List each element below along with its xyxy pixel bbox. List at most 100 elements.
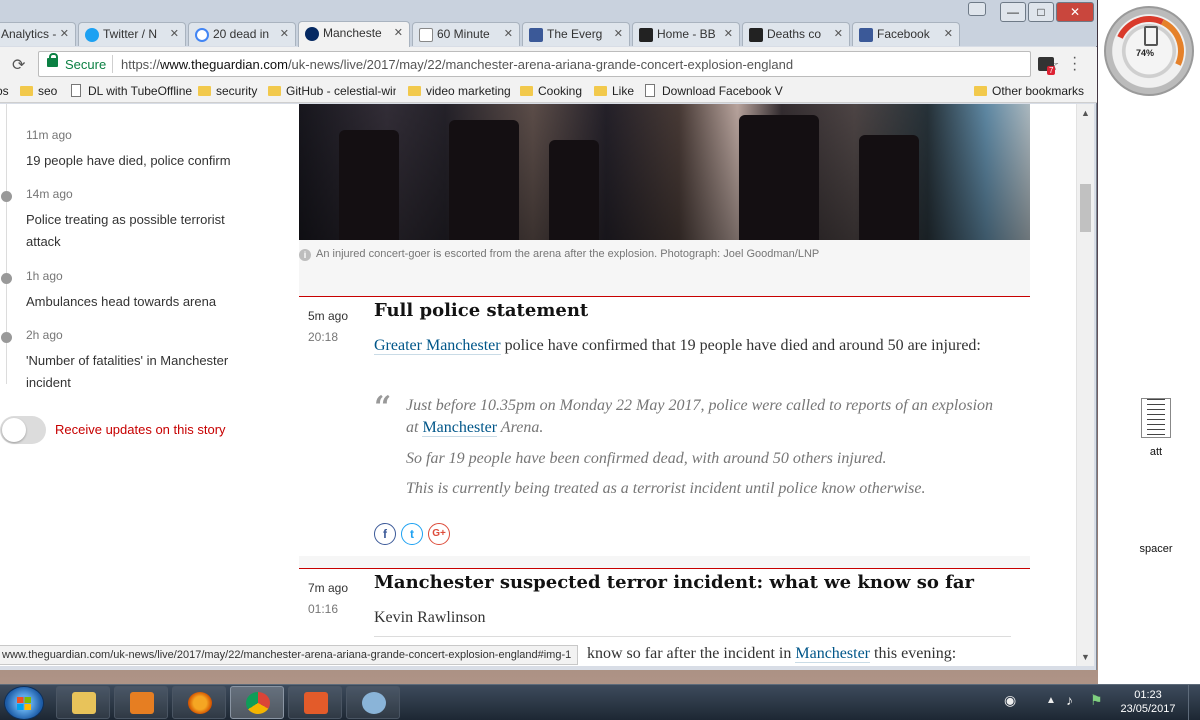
- clock-time: 01:23: [1134, 689, 1162, 701]
- manchester-link[interactable]: Manchester: [795, 645, 871, 663]
- timeline-text[interactable]: Police treating as possible terrorist at…: [26, 209, 246, 253]
- browser-menu-icon[interactable]: · · ·: [1072, 50, 1077, 78]
- timeline-text[interactable]: 'Number of fatalities' in Manchester inc…: [26, 350, 246, 394]
- start-button[interactable]: [4, 686, 44, 720]
- page-icon: [71, 84, 81, 97]
- manchester-link[interactable]: Manchester: [422, 419, 498, 437]
- volume-icon[interactable]: ♪: [1066, 692, 1073, 708]
- body-text: this evening:: [870, 645, 957, 662]
- taskbar-explorer[interactable]: [56, 686, 110, 719]
- tab-strip: Analytics - ✕ Twitter / N ✕ 20 dead in ✕ Ma…: [0, 0, 1097, 47]
- timeline-time: 1h ago: [26, 269, 63, 283]
- taskbar-clock[interactable]: 01:23 23/05/2017: [1118, 688, 1178, 716]
- lock-icon: [47, 53, 58, 67]
- google-icon: [195, 28, 209, 42]
- vertical-scrollbar[interactable]: ▲ ▼: [1076, 104, 1094, 666]
- close-tab-icon[interactable]: ✕: [944, 27, 953, 40]
- taskbar-media-player[interactable]: [114, 686, 168, 719]
- user-profile-icon[interactable]: [968, 2, 986, 16]
- close-tab-icon[interactable]: ✕: [724, 27, 733, 40]
- update-time-absolute: 01:16: [308, 602, 339, 616]
- page-viewport: 11m ago 19 people have died, police conf…: [0, 104, 1076, 666]
- close-tab-icon[interactable]: ✕: [614, 27, 623, 40]
- scroll-up-arrow-icon[interactable]: ▲: [1081, 108, 1090, 118]
- bookmark-label: Other bookmarks: [992, 84, 1085, 98]
- tab-analytics[interactable]: Analytics - ✕: [0, 22, 76, 46]
- folder-icon: [408, 86, 421, 96]
- greater-manchester-link[interactable]: Greater Manchester: [374, 337, 501, 355]
- scrollbar-thumb[interactable]: [1080, 184, 1091, 232]
- live-blog-column: i An injured concert-goer is escorted fro…: [299, 104, 1030, 666]
- article-photo[interactable]: [299, 104, 1030, 240]
- bookmark-download-facebook[interactable]: Download Facebook V: [644, 84, 804, 98]
- tray-app-icon[interactable]: ◉: [1004, 692, 1016, 709]
- twitter-share-icon[interactable]: t: [401, 523, 423, 545]
- taskbar-office[interactable]: [288, 686, 342, 719]
- google-plus-share-icon[interactable]: G+: [428, 523, 450, 545]
- tab-bbc-home[interactable]: Home - BB ✕: [632, 22, 740, 46]
- network-icon[interactable]: ⚑: [1090, 692, 1103, 709]
- other-bookmarks[interactable]: Other bookmarks: [974, 84, 1084, 98]
- close-tab-icon[interactable]: ✕: [834, 27, 843, 40]
- bookmark-cooking[interactable]: Cooking: [520, 84, 582, 98]
- taskbar-chrome[interactable]: [230, 686, 284, 719]
- close-tab-icon[interactable]: ✕: [60, 27, 69, 40]
- tab-guardian-manchester[interactable]: Mancheste ✕: [298, 21, 410, 47]
- facebook-share-icon[interactable]: f: [374, 523, 396, 545]
- bookmark-os[interactable]: os: [0, 84, 9, 98]
- timeline-text[interactable]: Ambulances head towards arena: [26, 291, 246, 313]
- taskbar-firefox[interactable]: [172, 686, 226, 719]
- tab-evergreen[interactable]: The Everg ✕: [522, 22, 630, 46]
- close-tab-icon[interactable]: ✕: [504, 27, 513, 40]
- update-time-relative[interactable]: 7m ago: [308, 581, 348, 595]
- updates-toggle[interactable]: [0, 416, 46, 444]
- photo-figure: [739, 115, 819, 240]
- bookmark-github[interactable]: GitHub - celestial-win: [268, 84, 396, 98]
- bbc-icon: [639, 28, 653, 42]
- update-title: Manchester suspected terror incident: wh…: [374, 572, 975, 593]
- bookmark-label: Download Facebook V: [662, 84, 783, 98]
- link-status-bar: www.theguardian.com/uk-news/live/2017/ma…: [0, 645, 579, 665]
- toggle-knob: [2, 418, 26, 442]
- update-author: Kevin Rawlinson: [374, 609, 486, 626]
- bookmark-seo[interactable]: seo: [20, 84, 57, 98]
- tab-facebook[interactable]: Facebook ✕: [852, 22, 960, 46]
- url-text[interactable]: https://www.theguardian.com/uk-news/live…: [121, 57, 793, 72]
- show-hidden-icons-icon[interactable]: ▲: [1046, 695, 1056, 706]
- updates-toggle-label[interactable]: Receive updates on this story: [55, 422, 226, 437]
- timeline-dot: [1, 273, 12, 284]
- minimize-button[interactable]: —: [1000, 2, 1026, 22]
- desktop-icon-att[interactable]: att: [1126, 398, 1186, 458]
- photo-figure: [859, 135, 919, 240]
- browser-toolbar: ⟳ Secure https://www.theguardian.com/uk-…: [0, 47, 1097, 81]
- timeline-time: 11m ago: [26, 128, 72, 142]
- bookmark-like[interactable]: Like: [594, 84, 634, 98]
- close-tab-icon[interactable]: ✕: [170, 27, 179, 40]
- body-text: know so far after the incident in: [587, 645, 796, 662]
- tab-twitter[interactable]: Twitter / N ✕: [78, 22, 186, 46]
- close-tab-icon[interactable]: ✕: [394, 26, 403, 39]
- show-desktop-button[interactable]: [1188, 685, 1200, 720]
- scroll-down-arrow-icon[interactable]: ▼: [1081, 652, 1090, 662]
- bookmark-label: Like: [612, 84, 635, 98]
- taskbar-paint[interactable]: [346, 686, 400, 719]
- tab-60-minute[interactable]: 60 Minute ✕: [412, 22, 520, 46]
- update-time-relative[interactable]: 5m ago: [308, 309, 348, 323]
- timeline-text[interactable]: 19 people have died, police confirm: [26, 150, 246, 172]
- close-tab-icon[interactable]: ✕: [280, 27, 289, 40]
- close-window-button[interactable]: ✕: [1056, 2, 1094, 22]
- reload-icon[interactable]: ⟳: [12, 55, 25, 75]
- desktop-icon-spacer[interactable]: spacer: [1126, 543, 1186, 555]
- tab-bbc-deaths[interactable]: Deaths co ✕: [742, 22, 850, 46]
- folder-icon: [72, 692, 96, 714]
- address-bar[interactable]: Secure https://www.theguardian.com/uk-ne…: [38, 51, 1059, 77]
- bookmark-tubeoffline[interactable]: DL with TubeOffline: [70, 84, 192, 98]
- body-text: police have confirmed that 19 people hav…: [500, 337, 981, 354]
- bookmark-video-marketing[interactable]: video marketing: [408, 84, 511, 98]
- info-icon: i: [299, 249, 311, 261]
- divider: [112, 55, 113, 73]
- paint-icon: [362, 692, 386, 714]
- tab-google-search[interactable]: 20 dead in ✕: [188, 22, 296, 46]
- bookmark-security[interactable]: security: [198, 84, 257, 98]
- maximize-button[interactable]: □: [1028, 2, 1054, 22]
